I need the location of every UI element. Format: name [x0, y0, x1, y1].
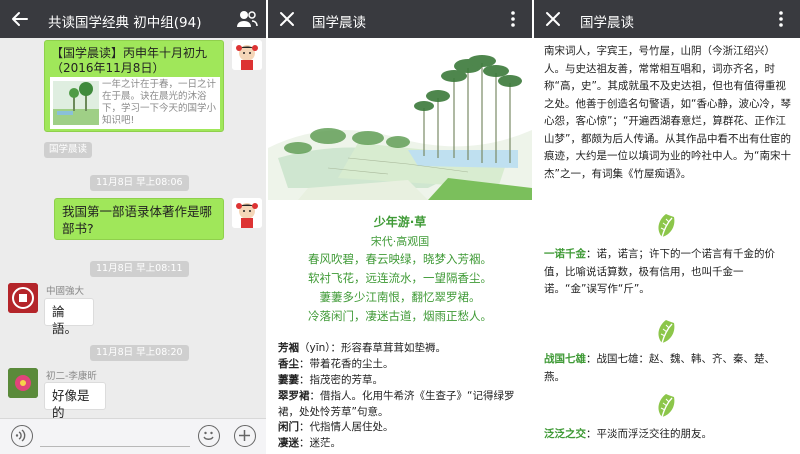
note-term: 一诺千金: [544, 248, 586, 260]
article-thumbnail: [53, 81, 99, 125]
glossary-item: 凄迷：迷茫。: [278, 436, 528, 452]
sender2-name: 初二-李康昕: [46, 371, 97, 382]
glossary-def: ：借指人。化用牛希济《生查子》“记得绿罗裙，处处怜芳草”句意。: [278, 390, 515, 418]
note-def: ：平淡而浮泛交往的朋友。: [586, 428, 712, 440]
poem-line: 萋萋多少江南恨，翻忆翠罗裙。: [319, 290, 481, 304]
notes-header-title: 国学晨读: [580, 15, 634, 31]
leaf-icon: [658, 214, 675, 238]
screenshot-collage: 共读国学经典 初中组(94) 【国学晨读】丙申年十月初九（2016年11月8日）…: [0, 0, 800, 454]
sender1-name: 中國強大: [46, 286, 85, 297]
glossary-item: 萋萋：指茂密的芳草。: [278, 373, 528, 389]
poem-title: 少年游·草: [373, 215, 427, 229]
article-card-inner: 一年之计在于春，一日之计在于晨。诀在晨光的沐浴下，学习一下今天的国学小知识吧!: [50, 77, 220, 129]
article-header: 国学晨读: [268, 0, 532, 38]
self-avatar-2[interactable]: [232, 198, 262, 228]
article-card-bubble[interactable]: 【国学晨读】丙申年十月初九（2016年11月8日） 一年之计在于春，一日之计在于…: [44, 40, 224, 132]
glossary-def: ：迷茫。: [299, 437, 341, 449]
glossary-term: 闲门: [278, 421, 299, 433]
source-tag: 国学晨读: [44, 142, 93, 158]
message-input[interactable]: [40, 446, 190, 447]
question-text: 我国第一部语录体著作是哪部书?: [62, 204, 213, 236]
poem-author: 宋代·高观国: [370, 235, 430, 248]
article-card-desc: 一年之计在于春，一日之计在于晨。诀在晨光的沐浴下，学习一下今天的国学小知识吧!: [102, 79, 217, 126]
sender2-avatar[interactable]: [8, 368, 38, 398]
article-header-title: 国学晨读: [312, 15, 366, 31]
article-card-title: 【国学晨读】丙申年十月初九（2016年11月8日）: [51, 46, 208, 75]
notes-header: 国学晨读: [534, 0, 800, 38]
voice-button[interactable]: [11, 425, 33, 447]
notes-screen: 国学晨读 南宋词人，字宾王，号竹屋，山阴（今浙江绍兴）人。与史达祖友善，常常相互…: [534, 0, 800, 454]
author-bio: 南宋词人，字宾王，号竹屋，山阴（今浙江绍兴）人。与史达祖友善，常常相互唱和，词亦…: [544, 45, 791, 180]
close-icon[interactable]: [278, 10, 296, 28]
back-arrow-icon[interactable]: [10, 9, 30, 29]
note-entry: 一诺千金：诺，诺言；许下的一个诺言有千金的价值，比喻说话算数，极有信用，也叫千金…: [544, 246, 794, 299]
note-entry: 战国七雄：战国七雄：赵、魏、韩、齐、秦、楚、燕。: [544, 351, 794, 386]
self-avatar[interactable]: [232, 40, 262, 70]
glossary-item: 香尘：带着花香的尘土。: [278, 357, 528, 373]
leaf-icon: [658, 320, 675, 344]
glossary-def: ：代指情人居住处。: [299, 421, 394, 433]
poem-line: 春风吹碧，春云映绿，晓梦入芳裀。: [308, 252, 492, 266]
close-icon[interactable]: [544, 10, 562, 28]
glossary-def: （yīn）：形容春草茸茸如垫褥。: [299, 342, 447, 354]
note-term: 泛泛之交: [544, 428, 586, 440]
glossary-def: ：带着花香的尘土。: [299, 358, 394, 370]
group-members-icon[interactable]: [236, 9, 258, 29]
glossary-term: 萋萋: [278, 374, 299, 386]
chat-input-bar: [0, 418, 266, 454]
question-bubble[interactable]: 我国第一部语录体著作是哪部书?: [54, 198, 224, 240]
glossary-term: 芳裀: [278, 342, 299, 354]
timestamp-1: 11月8日 早上08:06: [90, 175, 189, 191]
answer1-bubble[interactable]: 論語。: [44, 298, 94, 336]
chat-title: 共读国学经典 初中组(94): [48, 15, 202, 31]
more-icon[interactable]: [774, 10, 788, 28]
glossary-term: 翠罗裙: [278, 390, 310, 402]
answer1-text: 論語。: [52, 304, 78, 336]
message-list[interactable]: 【国学晨读】丙申年十月初九（2016年11月8日） 一年之计在于春，一日之计在于…: [0, 38, 266, 420]
article-screen: 国学晨读 少年游·草 宋代·高观国 春风吹碧，春云映绿，晓梦入芳裀。 软衬飞花，…: [268, 0, 532, 454]
chat-screen: 共读国学经典 初中组(94) 【国学晨读】丙申年十月初九（2016年11月8日）…: [0, 0, 266, 454]
timestamp-2: 11月8日 早上08:11: [90, 261, 189, 277]
leaf-icon: [658, 394, 675, 418]
glossary-term: 凄迷: [278, 437, 299, 449]
glossary-def: ：指茂密的芳草。: [299, 374, 383, 386]
glossary-item: 芳裀（yīn）：形容春草茸茸如垫褥。: [278, 341, 528, 357]
sender1-avatar[interactable]: [8, 283, 38, 313]
emoji-button[interactable]: [198, 425, 220, 447]
glossary-term: 香尘: [278, 358, 299, 370]
answer2-bubble[interactable]: 好像是的: [44, 382, 106, 420]
note-entry: 泛泛之交：平淡而浮泛交往的朋友。: [544, 426, 794, 444]
answer2-text: 好像是的: [52, 388, 90, 420]
glossary-item: 闲门：代指情人居住处。: [278, 420, 528, 436]
landscape-illustration: [268, 38, 532, 200]
note-term: 战国七雄: [544, 353, 586, 365]
glossary-item: 翠罗裙：借指人。化用牛希济《生查子》“记得绿罗裙，处处怜芳草”句意。: [278, 389, 528, 420]
poem-line: 冷落闲门，凄迷古道，烟雨正愁人。: [308, 309, 492, 323]
chat-header: 共读国学经典 初中组(94): [0, 0, 266, 38]
plus-button[interactable]: [234, 425, 256, 447]
more-icon[interactable]: [506, 10, 520, 28]
timestamp-3: 11月8日 早上08:20: [90, 345, 189, 361]
poem-line: 软衬飞花，远连流水，一望隔香尘。: [308, 271, 492, 285]
